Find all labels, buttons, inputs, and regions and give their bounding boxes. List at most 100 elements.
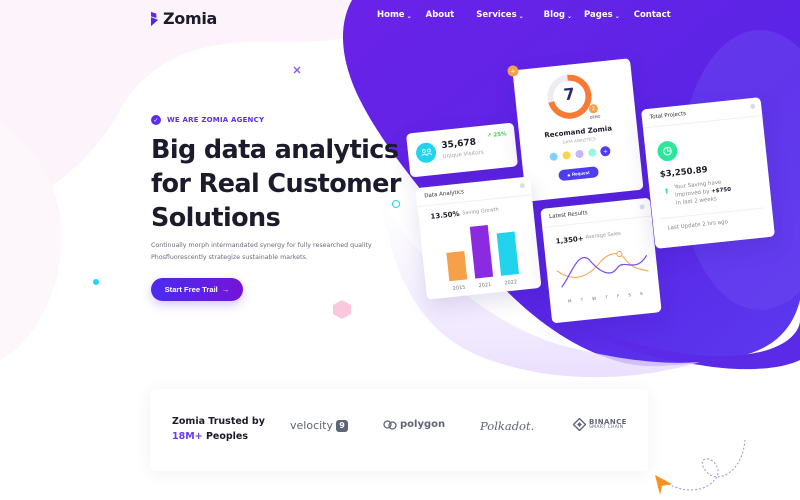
- cta-label: Start Free Trail: [164, 285, 218, 294]
- latest-results-value: 1,350+: [555, 234, 585, 246]
- request-button[interactable]: 🔒︎ Request: [558, 166, 600, 182]
- bar-2021: [469, 224, 494, 279]
- day-label: S: [628, 292, 632, 298]
- nav-home[interactable]: Home ⌄: [377, 10, 412, 20]
- page-title: Big data analytics for Real Customer Sol…: [151, 133, 401, 235]
- brand-binance[interactable]: BINANCE SMART CHAIN: [573, 418, 627, 431]
- recommend-card: + 7 2 DEMO Recomand Zomia DATA ANALYTICS…: [506, 58, 644, 202]
- polygon-logo-icon: [383, 419, 397, 430]
- add-badge[interactable]: +: [506, 64, 520, 78]
- chevron-down-icon: ⌄: [567, 12, 573, 20]
- headline-line-3: Solutions: [151, 203, 281, 233]
- binance-logo-text: BINANCE: [589, 417, 627, 426]
- day-label: T: [605, 294, 609, 300]
- visitors-value: 35,678: [440, 137, 477, 152]
- logo-mark-icon: [151, 11, 159, 26]
- total-amount: $3,250.89: [659, 165, 709, 181]
- nav-services-label: Services: [476, 10, 517, 20]
- velocity-badge: 9: [336, 419, 348, 432]
- data-analytics-label: Saving Growth: [462, 206, 500, 217]
- demo-caption: DEMO: [589, 114, 601, 120]
- nav-blog[interactable]: Blog ⌄: [544, 10, 572, 20]
- trusted-text: Zomia Trusted by 18M+ Peoples: [172, 414, 265, 444]
- arrow-right-icon: →: [221, 285, 230, 294]
- day-labels: M T W T F S S: [568, 291, 643, 304]
- deco-x: [293, 66, 301, 74]
- saving-bar-chart: 2015 2021 2022: [446, 224, 519, 292]
- dashed-swirl: [667, 439, 746, 491]
- deco-dot: [93, 279, 99, 285]
- avatar-group: +: [548, 145, 611, 163]
- tagline-text: WE ARE ZOMIA AGENCY: [167, 116, 265, 124]
- avatar: [586, 147, 598, 159]
- saving-text: Your Saving have improved by +$750 in la…: [674, 178, 732, 208]
- users-icon: [415, 141, 438, 164]
- logo[interactable]: Zomia: [151, 9, 217, 28]
- card-divider: [660, 207, 765, 220]
- bar-label-2015: 2015: [453, 285, 466, 292]
- day-label: T: [580, 297, 584, 303]
- check-circle-icon: ✓: [151, 115, 161, 125]
- main-nav: Home ⌄ About Services ⌄ Blog ⌄ Pages ⌄ Conta…: [377, 10, 671, 20]
- trusted-count: 18M+: [172, 431, 203, 442]
- visitors-change: ↗ 25%: [486, 131, 507, 140]
- data-analytics-card: Data Analytics 13.50% Saving Growth 2015…: [415, 176, 542, 300]
- saving-value: +$750: [710, 186, 732, 195]
- latest-results-card: Latest Results 1,350+ Average Sales M T …: [540, 197, 662, 324]
- trusted-line-1: Zomia Trusted by: [172, 416, 265, 427]
- bar-label-2021: 2021: [478, 282, 491, 289]
- velocity-logo-text: velocity: [290, 419, 333, 432]
- last-update: Last Update 2 hrs ago: [667, 219, 729, 232]
- nav-about[interactable]: About: [426, 10, 455, 20]
- headline-line-2: for Real Customer: [151, 169, 401, 199]
- nav-pages[interactable]: Pages ⌄: [584, 10, 620, 20]
- purple-series-line: [561, 254, 648, 288]
- nav-contact-label: Contact: [633, 10, 671, 20]
- chevron-down-icon: ⌄: [614, 12, 620, 20]
- avatar: [574, 148, 586, 160]
- day-label: S: [639, 290, 643, 297]
- bar-label-2022: 2022: [504, 279, 517, 286]
- logo-text: Zomia: [163, 9, 218, 28]
- lock-icon: 🔒︎: [567, 172, 571, 178]
- nav-contact[interactable]: Contact: [634, 10, 671, 20]
- visitors-label: Unique Visitors: [442, 149, 485, 161]
- binance-logo-icon: [573, 418, 586, 431]
- nav-home-label: Home: [377, 10, 405, 20]
- hero-description: Continually morph intermandated synergy …: [151, 240, 401, 264]
- chevron-down-icon: ⌄: [406, 12, 412, 20]
- highlight-point: [616, 251, 623, 258]
- deco-cube: [333, 300, 351, 319]
- nav-pages-label: Pages: [584, 10, 613, 20]
- sales-line-chart: [556, 251, 649, 288]
- description-line-1: Continually morph intermandated synergy …: [151, 242, 372, 249]
- request-label: Request: [571, 170, 590, 177]
- polkadot-logo-text: Polkadot.: [480, 419, 535, 433]
- day-label: W: [591, 295, 597, 302]
- avatar: [561, 149, 573, 161]
- pie-chart-icon: [656, 140, 679, 163]
- chevron-down-icon: ⌄: [518, 12, 524, 20]
- add-avatar-button[interactable]: +: [599, 145, 611, 157]
- start-free-trial-button[interactable]: Start Free Trail →: [151, 278, 243, 301]
- total-projects-card: Total Projects $3,250.89 ⬆ Your Saving h…: [641, 97, 775, 249]
- trusted-line-2: Peoples: [202, 431, 249, 442]
- nav-services[interactable]: Services ⌄: [476, 10, 523, 20]
- trend-up-icon: ⬆: [663, 187, 670, 196]
- brand-polkadot[interactable]: Polkadot.: [480, 419, 534, 433]
- day-label: M: [567, 298, 572, 304]
- brand-velocity[interactable]: velocity 9: [290, 419, 348, 432]
- day-label: F: [616, 293, 620, 299]
- latest-results-label: Average Sales: [585, 230, 622, 241]
- demo-badge: 2: [588, 103, 599, 114]
- nav-about-label: About: [425, 10, 455, 20]
- avatar: [548, 151, 560, 163]
- brand-polygon[interactable]: polygon: [383, 419, 445, 430]
- data-analytics-value: 13.50%: [430, 209, 460, 221]
- binance-logo-subtext: SMART CHAIN: [589, 424, 624, 430]
- description-line-2: Phosfluorescently strategize sustainable…: [151, 254, 308, 261]
- polygon-logo-text: polygon: [400, 419, 446, 430]
- headline-line-1: Big data analytics: [151, 135, 399, 165]
- nav-blog-label: Blog: [543, 10, 565, 20]
- bar-2022: [496, 231, 519, 276]
